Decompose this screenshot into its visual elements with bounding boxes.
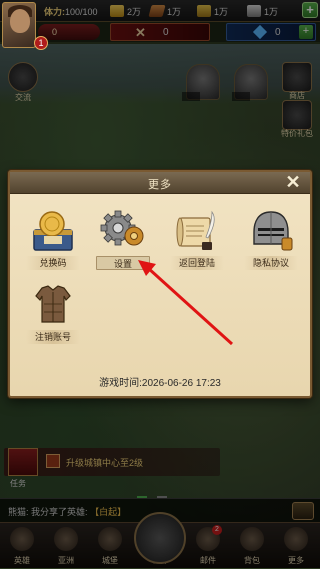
- return-login-label: 返回登陆: [170, 256, 224, 270]
- privacy-policy-button[interactable]: 隐私协议: [242, 208, 300, 278]
- scroll-quill-icon: [176, 210, 215, 250]
- return-login-button[interactable]: 返回登陆: [168, 208, 226, 278]
- play-time-label: 游戏时间:: [99, 378, 142, 389]
- dialog-header: 更多 ✕: [10, 172, 310, 194]
- play-time: 游戏时间:2026-06-26 17:23: [10, 374, 310, 389]
- redeem-code-label: 兑换码: [26, 256, 80, 270]
- avatar[interactable]: [2, 2, 36, 48]
- settings-button[interactable]: 设置: [94, 208, 152, 278]
- close-icon[interactable]: ✕: [284, 173, 302, 191]
- deactivate-account-button[interactable]: 注销账号: [24, 282, 82, 352]
- avatar-level-badge: 1: [34, 36, 48, 50]
- gear-icon: [100, 210, 144, 246]
- treasure-chest-icon: [33, 211, 73, 251]
- knight-helmet-icon: [253, 211, 293, 251]
- more-dialog: 更多 ✕ 兑换码 设置 返回登陆 隐私协议 注销账号 游戏时间:2026-06-…: [8, 170, 312, 398]
- play-time-value: 2026-06-26 17:23: [141, 378, 221, 389]
- redeem-code-button[interactable]: 兑换码: [24, 208, 82, 278]
- armor-icon: [35, 285, 71, 323]
- dialog-title: 更多: [148, 179, 172, 191]
- avatar-face: [10, 9, 30, 33]
- deactivate-account-label: 注销账号: [26, 330, 80, 344]
- settings-label: 设置: [96, 256, 150, 270]
- privacy-policy-label: 隐私协议: [244, 256, 298, 270]
